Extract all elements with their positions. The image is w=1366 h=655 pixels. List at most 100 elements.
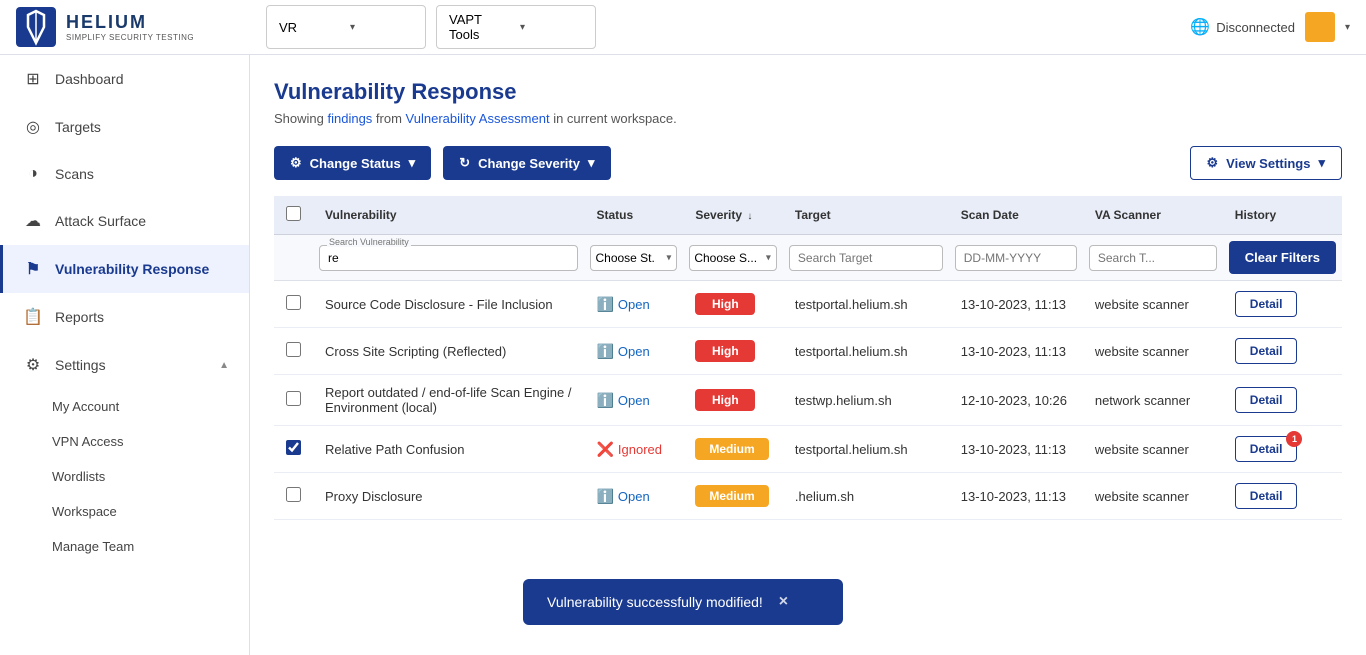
clear-filters-button[interactable]: Clear Filters (1229, 241, 1336, 274)
settings-icon: ⚙ (23, 355, 43, 375)
sidebar-item-attack-surface[interactable]: ☁ Attack Surface (0, 197, 249, 245)
row-scan-date: 13-10-2023, 11:13 (949, 426, 1083, 473)
detail-button[interactable]: Detail (1235, 291, 1298, 317)
user-menu-button[interactable] (1305, 12, 1335, 42)
toast-notification: Vulnerability successfully modified! × (523, 579, 843, 625)
workspace-dropdown[interactable]: VR ▾ (266, 5, 426, 49)
col-header-severity[interactable]: Severity ↓ (683, 196, 783, 235)
vulnerability-search-input[interactable] (319, 245, 578, 271)
row-checkbox-col (274, 281, 313, 328)
tools-dropdown[interactable]: VAPT Tools ▾ (436, 5, 596, 49)
row-vulnerability: Report outdated / end-of-life Scan Engin… (313, 375, 584, 426)
table-header-row: Vulnerability Status Severity ↓ Target (274, 196, 1342, 235)
row-history: Detail 1 (1223, 426, 1342, 473)
sidebar-label-settings: Settings (55, 357, 106, 373)
user-dropdown-arrow[interactable]: ▾ (1345, 22, 1350, 33)
main-layout: ⊞ Dashboard ◎ Targets ◑ Scans ☁ Attack S… (0, 55, 1366, 655)
sidebar-item-vulnerability-response[interactable]: ⚑ Vulnerability Response (0, 245, 249, 293)
row-va-scanner: website scanner (1083, 328, 1223, 375)
submenu-my-account[interactable]: My Account (52, 389, 249, 424)
table-row: Relative Path Confusion ❌Ignored Medium … (274, 426, 1342, 473)
select-all-checkbox[interactable] (286, 206, 301, 221)
detail-button[interactable]: Detail 1 (1235, 436, 1298, 462)
view-settings-button[interactable]: ⚙ View Settings ▾ (1190, 146, 1342, 180)
severity-filter-select[interactable]: Choose S... (689, 245, 777, 271)
row-severity: High (683, 281, 783, 328)
change-status-chevron: ▾ (409, 155, 416, 171)
target-search-input[interactable] (789, 245, 943, 271)
row-checkbox[interactable] (286, 487, 301, 502)
row-vulnerability: Source Code Disclosure - File Inclusion (313, 281, 584, 328)
subtitle-mid: from (376, 111, 406, 126)
scans-icon: ◑ (23, 165, 43, 183)
row-status: ℹ️Open (584, 281, 683, 328)
filter-checkbox-col (274, 235, 313, 281)
change-status-label: Change Status (310, 156, 401, 171)
change-status-button[interactable]: ⚙ Change Status ▾ (274, 146, 431, 180)
sidebar-item-settings[interactable]: ⚙ Settings ▲ (0, 341, 249, 389)
status-filter-select[interactable]: Choose St... (590, 245, 677, 271)
sidebar-item-targets[interactable]: ◎ Targets (0, 103, 249, 151)
status-filter-wrap: Choose St... (590, 245, 677, 271)
col-header-target: Target (783, 196, 949, 235)
row-scan-date: 13-10-2023, 11:13 (949, 281, 1083, 328)
filter-vulnerability-col: Search Vulnerability (313, 235, 584, 281)
row-scan-date: 12-10-2023, 10:26 (949, 375, 1083, 426)
brand-title: HELIUM (66, 12, 194, 33)
change-severity-button[interactable]: ↻ Change Severity ▾ (443, 146, 610, 180)
vulnerability-table-container: Vulnerability Status Severity ↓ Target (274, 196, 1342, 520)
row-target: testportal.helium.sh (783, 281, 949, 328)
table-body: Source Code Disclosure - File Inclusion … (274, 281, 1342, 520)
severity-badge: High (695, 293, 755, 315)
top-navbar: HELIUM SIMPLIFY SECURITY TESTING VR ▾ VA… (0, 0, 1366, 55)
scanner-search-input[interactable] (1089, 245, 1217, 271)
sidebar-item-scans[interactable]: ◑ Scans (0, 151, 249, 197)
status-open-icon: ℹ️ (596, 296, 613, 313)
submenu-manage-team[interactable]: Manage Team (52, 529, 249, 564)
helium-logo-icon (16, 7, 56, 47)
dashboard-icon: ⊞ (23, 69, 43, 89)
subtitle-link-va[interactable]: Vulnerability Assessment (406, 111, 550, 126)
row-status: ℹ️Open (584, 328, 683, 375)
sidebar-label-attack-surface: Attack Surface (55, 213, 146, 229)
filter-row: Search Vulnerability Choose St... (274, 235, 1342, 281)
row-checkbox[interactable] (286, 295, 301, 310)
status-open-icon: ℹ️ (596, 343, 613, 360)
submenu-vpn-access[interactable]: VPN Access (52, 424, 249, 459)
col-header-status: Status (584, 196, 683, 235)
severity-sort-icon: ↓ (747, 211, 752, 222)
submenu-wordlists[interactable]: Wordlists (52, 459, 249, 494)
vulnerability-filter-label: Search Vulnerability (327, 237, 411, 247)
toolbar: ⚙ Change Status ▾ ↻ Change Severity ▾ ⚙ … (274, 146, 1342, 180)
col-header-checkbox (274, 196, 313, 235)
view-settings-chevron: ▾ (1318, 155, 1325, 171)
filter-scanner-col (1083, 235, 1223, 281)
row-checkbox[interactable] (286, 342, 301, 357)
brand-subtitle: SIMPLIFY SECURITY TESTING (66, 33, 194, 42)
detail-button[interactable]: Detail (1235, 338, 1298, 364)
severity-badge: Medium (695, 438, 768, 460)
main-content: Vulnerability Response Showing findings … (250, 55, 1366, 655)
sidebar-label-targets: Targets (55, 119, 101, 135)
detail-button[interactable]: Detail (1235, 387, 1298, 413)
toast-close-button[interactable]: × (779, 593, 788, 611)
row-checkbox[interactable] (286, 440, 301, 455)
detail-button[interactable]: Detail (1235, 483, 1298, 509)
sidebar-item-reports[interactable]: 📋 Reports (0, 293, 249, 341)
col-header-history: History (1223, 196, 1342, 235)
row-checkbox-col (274, 473, 313, 520)
row-vulnerability: Cross Site Scripting (Reflected) (313, 328, 584, 375)
targets-icon: ◎ (23, 117, 43, 137)
row-va-scanner: website scanner (1083, 281, 1223, 328)
row-status: ❌Ignored (584, 426, 683, 473)
reports-icon: 📋 (23, 307, 43, 327)
row-checkbox[interactable] (286, 391, 301, 406)
row-severity: High (683, 375, 783, 426)
row-scan-date: 13-10-2023, 11:13 (949, 328, 1083, 375)
change-severity-label: Change Severity (478, 156, 580, 171)
date-filter-input[interactable] (955, 245, 1077, 271)
connection-label: Disconnected (1216, 20, 1295, 35)
sidebar-item-dashboard[interactable]: ⊞ Dashboard (0, 55, 249, 103)
subtitle-link-findings[interactable]: findings (327, 111, 372, 126)
submenu-workspace[interactable]: Workspace (52, 494, 249, 529)
